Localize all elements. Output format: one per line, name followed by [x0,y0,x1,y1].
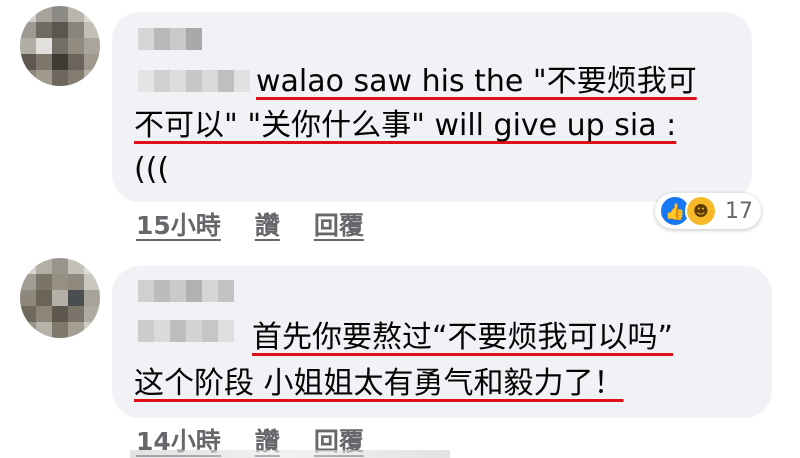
avatar[interactable] [20,6,100,86]
reactions-summary[interactable]: 👍 ☻ 17 [655,193,761,229]
avatar[interactable] [20,258,100,338]
haha-reaction-icon: ☻ [685,195,717,227]
commenter-name-secondary [138,70,250,92]
commenter-name[interactable] [138,280,234,302]
comment-text-line: 不可以" "关你什么事" will give up sia : [134,108,677,143]
comment-text-line: ((( [134,152,170,187]
comment-timestamp[interactable]: 15小時 [136,206,221,242]
comment-text-line: 首先你要熬过“不要烦我可以吗” [252,320,674,355]
commenter-name[interactable] [138,28,202,50]
comment-bubble: walao saw his the "不要烦我可 不可以" "关你什么事" wi… [112,12,752,202]
like-button[interactable]: 讚 [255,206,280,242]
reaction-count: 17 [725,198,753,224]
commenter-name-secondary [138,320,234,342]
comment-bubble: 首先你要熬过“不要烦我可以吗” 这个阶段 小姐姐太有勇气和毅力了！ [112,266,772,418]
comment-meta: 15小時 讚 回覆 [136,206,364,242]
next-comment-peek [130,450,450,458]
comment-text-line: walao saw his the "不要烦我可 [256,64,697,99]
comment-text-line: 这个阶段 小姐姐太有勇气和毅力了！ [134,366,624,401]
reply-button[interactable]: 回覆 [314,206,364,242]
